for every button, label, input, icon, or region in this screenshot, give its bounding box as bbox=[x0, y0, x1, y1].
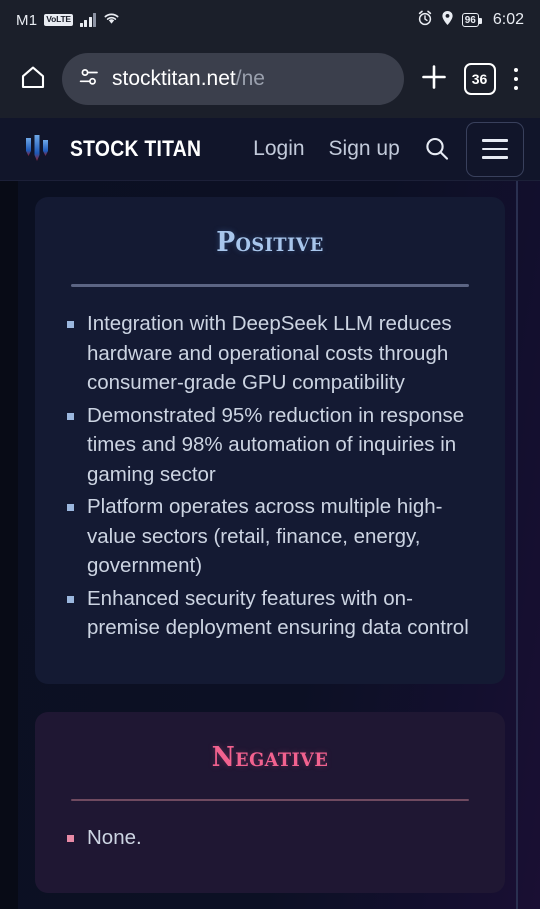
analysis-cards-container: Positive Integration with DeepSeek LLM r… bbox=[35, 181, 505, 893]
alarm-icon bbox=[417, 10, 433, 31]
list-item: None. bbox=[61, 823, 479, 853]
signal-bars-icon bbox=[79, 13, 97, 27]
battery-level-label: 96 bbox=[464, 14, 476, 26]
battery-icon: 96 bbox=[461, 13, 483, 27]
login-link[interactable]: Login bbox=[253, 137, 304, 161]
brand-name[interactable]: STOCK TITAN bbox=[70, 136, 201, 162]
location-pin-icon bbox=[441, 10, 454, 31]
vertical-scrollbar[interactable] bbox=[516, 181, 518, 909]
positive-bullet-list: Integration with DeepSeek LLM reduces ha… bbox=[61, 309, 479, 643]
wifi-icon bbox=[103, 11, 120, 30]
page-content-area: Positive Integration with DeepSeek LLM r… bbox=[0, 181, 540, 909]
site-header: STOCK TITAN Login Sign up bbox=[0, 118, 540, 181]
positive-divider bbox=[71, 284, 469, 287]
clock-label: 6:02 bbox=[492, 11, 524, 28]
volte-badge: VoLTE bbox=[44, 14, 73, 26]
hamburger-menu-icon[interactable] bbox=[465, 121, 524, 177]
status-bar-left-group: M1 VoLTE bbox=[16, 11, 120, 30]
negative-divider bbox=[71, 798, 469, 801]
negative-bullet-list: None. bbox=[61, 823, 479, 853]
negative-section-title: Negative bbox=[211, 741, 329, 773]
carrier-label: M1 bbox=[16, 11, 38, 29]
site-settings-icon[interactable] bbox=[78, 66, 100, 93]
negative-section-card: Negative None. bbox=[35, 711, 505, 893]
tab-counter-button[interactable]: 36 bbox=[463, 63, 496, 95]
url-text: stocktitan.net/ne bbox=[112, 67, 265, 91]
list-item: Platform operates across multiple high-v… bbox=[61, 492, 479, 581]
new-tab-plus-icon[interactable] bbox=[414, 61, 454, 98]
positive-section-card: Positive Integration with DeepSeek LLM r… bbox=[35, 197, 505, 684]
android-status-bar: M1 VoLTE 96 6:02 bbox=[0, 0, 540, 40]
list-item: Integration with DeepSeek LLM reduces ha… bbox=[61, 309, 479, 398]
positive-section-title: Positive bbox=[216, 227, 324, 258]
search-icon[interactable] bbox=[422, 134, 452, 164]
url-path: /ne bbox=[235, 67, 265, 90]
list-item: Demonstrated 95% reduction in response t… bbox=[61, 401, 479, 490]
status-bar-right-group: 96 6:02 bbox=[417, 10, 524, 31]
browser-toolbar: stocktitan.net/ne 36 bbox=[0, 40, 540, 118]
url-domain: stocktitan.net bbox=[112, 67, 236, 90]
home-icon[interactable] bbox=[14, 62, 52, 97]
signup-link[interactable]: Sign up bbox=[329, 137, 400, 161]
stock-titan-logo[interactable] bbox=[14, 126, 60, 172]
list-item: Enhanced security features with on-premi… bbox=[61, 584, 479, 643]
url-bar[interactable]: stocktitan.net/ne bbox=[62, 53, 404, 105]
three-dot-menu-icon[interactable] bbox=[506, 67, 527, 91]
